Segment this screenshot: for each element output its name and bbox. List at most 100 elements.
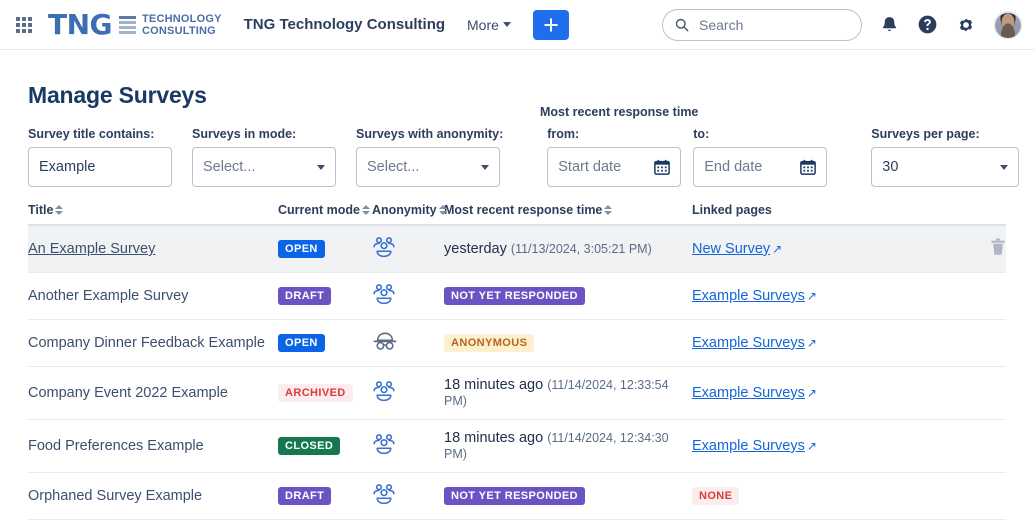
anonymity-select[interactable]: Select... [356,147,500,187]
start-date-input[interactable]: Start date [547,147,681,187]
cell-response-time: NOT YET RESPONDED [444,273,692,320]
linked-page-link[interactable]: New Survey [692,241,770,257]
column-header-mode-label: Current mode [278,203,360,217]
site-title-link[interactable]: TNG Technology Consulting [244,16,445,33]
people-group-icon [372,283,396,305]
cell-anonymity [372,473,444,520]
table-row[interactable]: Company Event 2022 Example ARCHIVED 18 mi… [28,367,1006,420]
filter-date-from-label: from: [547,127,681,141]
end-date-input[interactable]: End date [693,147,827,187]
cell-actions [932,420,1006,473]
cell-mode: ARCHIVED [278,367,372,420]
search-input[interactable] [697,16,847,34]
cell-title[interactable]: Orphaned Survey Example [28,473,278,520]
filter-title-contains-label: Survey title contains: [28,127,172,141]
survey-title-input[interactable]: Example [28,147,172,187]
sort-icon[interactable] [55,204,64,216]
table-row[interactable]: Food Preferences Example CLOSED 18 minute… [28,420,1006,473]
sort-icon[interactable] [439,204,448,216]
linked-page-link[interactable]: Example Surveys [692,335,805,351]
status-badge: OPEN [278,334,325,352]
chevron-down-icon [1000,165,1008,170]
linked-pages-none-badge: NONE [692,487,739,505]
delete-survey-button[interactable] [990,244,1006,260]
survey-title-link[interactable]: Another Example Survey [28,288,188,304]
cell-mode: OPEN [278,225,372,273]
cell-title[interactable]: Another Example Survey [28,273,278,320]
status-badge: DRAFT [278,487,331,505]
response-status-badge: NOT YET RESPONDED [444,287,585,305]
logo-subtitle-line1: TECHNOLOGY [142,13,222,25]
cell-title[interactable]: Company Event 2022 Example [28,367,278,420]
cell-actions [932,367,1006,420]
filter-title-contains: Survey title contains: Example [28,127,172,187]
grid-apps-icon[interactable] [12,13,36,37]
table-row[interactable]: An Example SurveyOPEN yesterday (11/13/2… [28,225,1006,273]
response-status-badge: NOT YET RESPONDED [444,487,585,505]
cell-mode: CLOSED [278,420,372,473]
question-circle-icon[interactable] [917,14,938,35]
sort-icon[interactable] [362,204,371,216]
chevron-down-icon [503,22,511,27]
survey-title-link[interactable]: Food Preferences Example [28,438,204,454]
filter-per-page-label: Surveys per page: [871,127,1019,141]
chevron-down-icon [481,165,489,170]
column-header-actions [932,203,1006,225]
filter-mode: Surveys in mode: Select... [192,127,336,187]
survey-title-link[interactable]: An Example Survey [28,241,155,257]
search-icon [675,18,689,32]
column-header-mode[interactable]: Current mode [278,203,372,225]
survey-title-link[interactable]: Orphaned Survey Example [28,488,202,504]
per-page-select[interactable]: 30 [871,147,1019,187]
table-row[interactable]: Another Example Survey DRAFT NOT YET RESP… [28,273,1006,320]
column-header-anonymity[interactable]: Anonymity [372,203,444,225]
cell-title[interactable]: Food Preferences Example [28,420,278,473]
cell-anonymity [372,367,444,420]
chevron-down-icon [317,165,325,170]
bell-icon[interactable] [880,15,899,34]
filter-anonymity-label: Surveys with anonymity: [356,127,503,141]
column-header-time-label: Most recent response time [444,203,602,217]
cell-response-time: NOT YET RESPONDED [444,473,692,520]
more-menu[interactable]: More [467,17,511,33]
cell-response-time: 18 minutes ago (11/14/2024, 12:34:30 PM) [444,420,692,473]
calendar-icon[interactable] [654,159,670,175]
cell-mode: DRAFT [278,273,372,320]
filter-per-page: Surveys per page: 30 [871,127,1019,187]
response-time-relative: yesterday [444,241,507,257]
table-row[interactable]: Company Dinner Feedback ExampleOPEN ANON… [28,320,1006,367]
logo-mark-text: TNG [48,11,112,39]
start-date-placeholder: Start date [558,159,621,175]
response-time-relative: 18 minutes ago [444,377,543,393]
column-header-title[interactable]: Title [28,203,278,225]
linked-page-link[interactable]: Example Surveys [692,438,805,454]
trash-icon [990,238,1006,256]
external-link-icon: ↗ [805,386,817,400]
survey-title-link[interactable]: Company Dinner Feedback Example [28,335,265,351]
cell-title[interactable]: An Example Survey [28,225,278,273]
survey-title-link[interactable]: Company Event 2022 Example [28,385,228,401]
cell-linked-pages: Example Surveys↗ [692,367,932,420]
cell-linked-pages: New Survey↗ [692,225,932,273]
surveys-table: Title Current mode Anonymity Most recent… [28,203,1006,520]
filter-anonymity: Surveys with anonymity: Select... [356,127,503,187]
column-header-links-label: Linked pages [692,203,772,217]
people-group-icon [372,433,396,455]
calendar-icon[interactable] [800,159,816,175]
avatar[interactable] [994,11,1022,39]
table-row[interactable]: Orphaned Survey Example DRAFT NOT YET RES… [28,473,1006,520]
tng-logo[interactable]: TNG TECHNOLOGY CONSULTING [48,11,222,39]
external-link-icon: ↗ [805,289,817,303]
people-group-icon [372,236,396,258]
mode-select[interactable]: Select... [192,147,336,187]
linked-page-link[interactable]: Example Surveys [692,385,805,401]
linked-page-link[interactable]: Example Surveys [692,288,805,304]
gear-icon[interactable] [956,15,976,35]
cell-title[interactable]: Company Dinner Feedback Example [28,320,278,367]
cell-mode: DRAFT [278,473,372,520]
search-box[interactable] [662,9,862,41]
create-button[interactable] [533,10,569,40]
column-header-time[interactable]: Most recent response time [444,203,692,225]
sort-icon[interactable] [604,204,613,216]
status-badge: ARCHIVED [278,384,353,402]
